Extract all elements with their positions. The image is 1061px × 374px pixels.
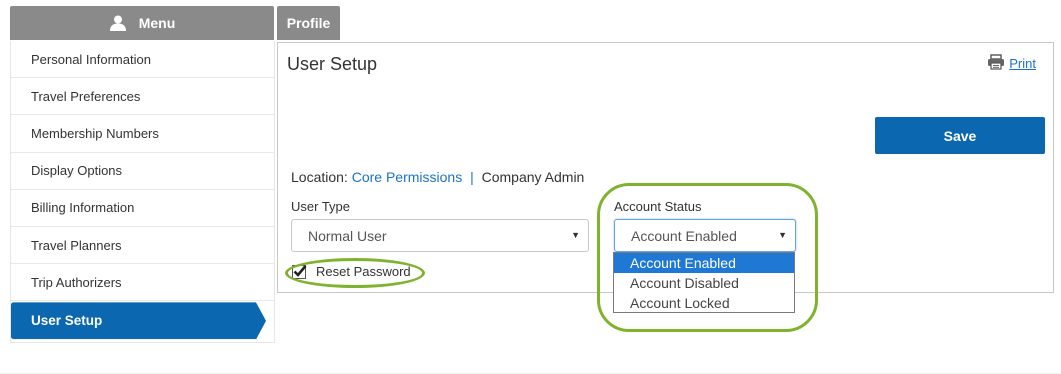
sidebar: Personal Information Travel Preferences … xyxy=(10,41,275,343)
location-separator: | xyxy=(470,169,474,185)
user-type-select[interactable]: Normal User ▼ xyxy=(291,219,589,252)
print-label: Print xyxy=(1009,56,1036,71)
sidebar-item-travel-preferences[interactable]: Travel Preferences xyxy=(11,78,274,116)
option-account-enabled[interactable]: Account Enabled xyxy=(614,253,794,273)
location-breadcrumb: Location: Core Permissions | Company Adm… xyxy=(291,169,584,185)
user-type-value: Normal User xyxy=(308,227,387,244)
print-link[interactable]: Print xyxy=(987,54,1036,73)
sidebar-item-billing-information[interactable]: Billing Information xyxy=(11,190,274,227)
sidebar-item-membership-numbers[interactable]: Membership Numbers xyxy=(11,115,274,153)
checkmark-icon xyxy=(293,264,307,277)
option-account-locked[interactable]: Account Locked xyxy=(614,293,794,313)
sidebar-item-label: User Setup xyxy=(31,312,103,328)
account-status-options: Account Enabled Account Disabled Account… xyxy=(613,252,795,313)
location-current: Company Admin xyxy=(481,169,585,185)
location-link-core-permissions[interactable]: Core Permissions xyxy=(352,169,462,185)
sidebar-item-label: Travel Preferences xyxy=(31,88,141,104)
sidebar-item-label: Billing Information xyxy=(31,200,135,216)
location-prefix: Location: xyxy=(291,169,348,185)
option-account-disabled[interactable]: Account Disabled xyxy=(614,273,794,293)
sidebar-item-display-options[interactable]: Display Options xyxy=(11,153,274,190)
sidebar-item-label: Trip Authorizers xyxy=(31,274,122,290)
account-status-label: Account Status xyxy=(614,199,702,214)
sidebar-item-personal-information[interactable]: Personal Information xyxy=(11,41,274,79)
menu-title: Menu xyxy=(138,15,176,31)
account-status-value: Account Enabled xyxy=(631,227,737,244)
save-button[interactable]: Save xyxy=(875,117,1045,154)
tab-profile-label: Profile xyxy=(286,15,331,31)
sidebar-item-user-setup[interactable]: User Setup xyxy=(11,302,266,339)
sidebar-item-label: Display Options xyxy=(31,163,123,179)
reset-password-row: Reset Password xyxy=(292,264,411,279)
reset-password-checkbox[interactable] xyxy=(292,264,307,279)
reset-password-label[interactable]: Reset Password xyxy=(316,264,411,279)
printer-icon xyxy=(987,54,1005,73)
sidebar-item-trip-authorizers[interactable]: Trip Authorizers xyxy=(11,264,274,302)
sidebar-item-label: Personal Information xyxy=(31,51,151,67)
menu-header[interactable]: Menu xyxy=(10,6,274,40)
sidebar-item-label: Membership Numbers xyxy=(31,125,159,141)
tab-profile[interactable]: Profile xyxy=(277,6,340,40)
chevron-down-icon: ▼ xyxy=(778,230,787,240)
user-icon xyxy=(109,15,127,31)
sidebar-item-label: Travel Planners xyxy=(31,237,122,253)
account-status-select[interactable]: Account Enabled ▼ xyxy=(614,219,796,252)
page-title: User Setup xyxy=(287,54,378,74)
sidebar-item-travel-planners[interactable]: Travel Planners xyxy=(11,227,274,265)
user-type-label: User Type xyxy=(291,199,351,214)
chevron-down-icon: ▼ xyxy=(571,230,580,240)
